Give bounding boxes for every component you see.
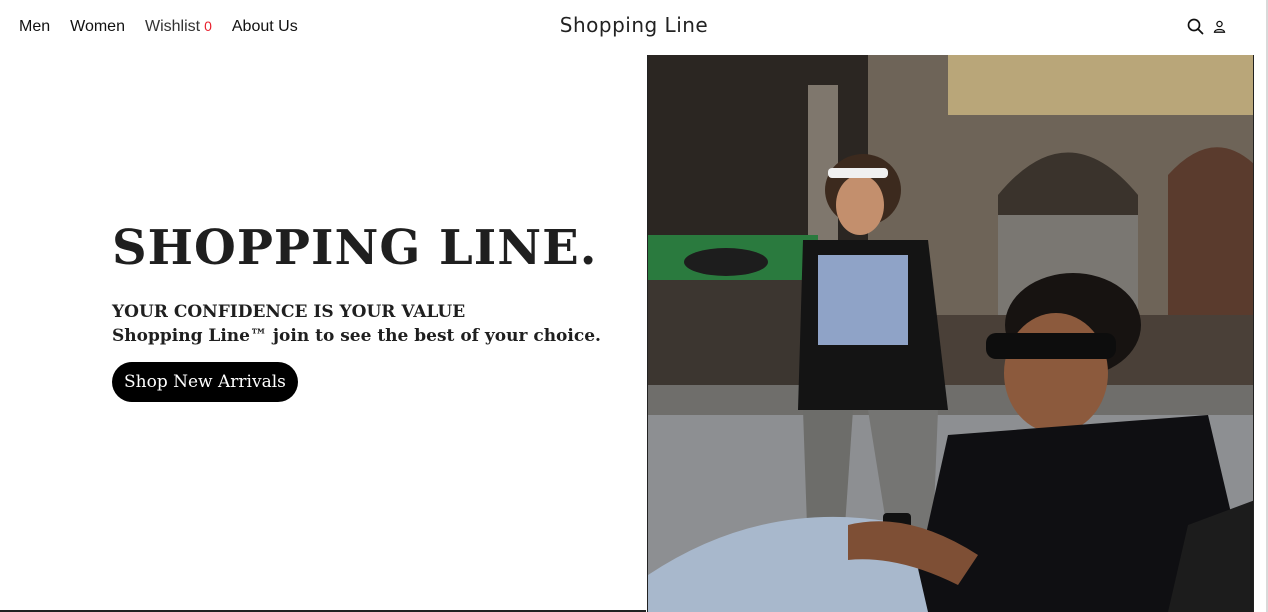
user-icon[interactable] <box>1210 17 1228 35</box>
shop-new-arrivals-button[interactable]: Shop New Arrivals <box>112 362 298 402</box>
nav-about-us[interactable]: About Us <box>232 17 298 36</box>
brand-logo-text[interactable]: Shopping Line <box>560 13 708 37</box>
hero-photo-illustration <box>648 55 1253 612</box>
nav-men[interactable]: Men <box>19 17 50 36</box>
header-icons <box>1186 17 1228 35</box>
nav-wishlist[interactable]: Wishlist 0 <box>145 17 212 36</box>
nav-wishlist-label: Wishlist <box>144 18 201 35</box>
hero-tagline: YOUR CONFIDENCE IS YOUR VALUE Shopping L… <box>112 300 601 348</box>
main-nav: Men Women Wishlist 0 About Us <box>19 17 298 36</box>
nav-women[interactable]: Women <box>70 17 125 36</box>
hero-tagline-line2: Shopping Line™ join to see the best of y… <box>112 326 601 346</box>
wishlist-count-badge: 0 <box>204 18 212 34</box>
hero-title: SHOPPING LINE. <box>112 220 598 276</box>
hero-tagline-line1: YOUR CONFIDENCE IS YOUR VALUE <box>112 302 466 322</box>
top-navbar: Men Women Wishlist 0 About Us Shopping Li… <box>0 0 1268 54</box>
search-icon[interactable] <box>1186 17 1204 35</box>
hero-section: SHOPPING LINE. YOUR CONFIDENCE IS YOUR V… <box>0 54 646 612</box>
hero-image <box>647 55 1254 612</box>
